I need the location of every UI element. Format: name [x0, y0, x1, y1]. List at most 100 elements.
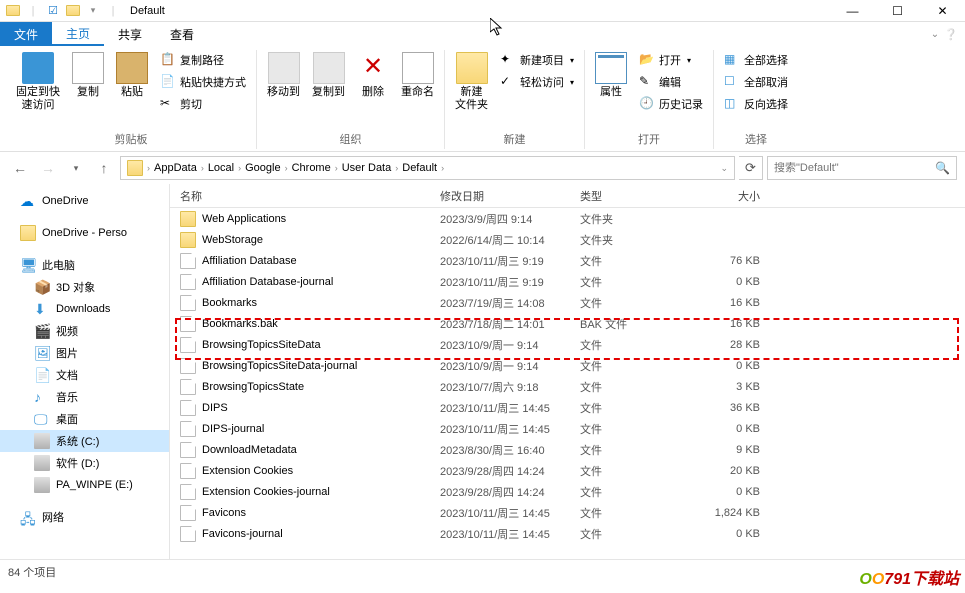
column-size[interactable]: 大小	[690, 188, 770, 204]
search-input[interactable]	[774, 162, 935, 174]
file-icon	[180, 421, 196, 437]
copy-button[interactable]: 复制	[68, 50, 108, 101]
nav-drive-d[interactable]: 软件 (D:)	[0, 452, 169, 474]
select-all-button[interactable]: ▦全部选择	[720, 50, 792, 70]
minimize-button[interactable]: —	[830, 0, 875, 22]
history-button[interactable]: 🕘历史记录	[635, 94, 707, 114]
crumb-local[interactable]: Local	[204, 162, 238, 174]
nav-documents[interactable]: 📄文档	[0, 364, 169, 386]
cut-icon: ✂	[160, 96, 176, 112]
copy-path-button[interactable]: 📋复制路径	[156, 50, 250, 70]
nav-drive-c[interactable]: 系统 (C:)	[0, 430, 169, 452]
edit-button[interactable]: ✎编辑	[635, 72, 707, 92]
help-icon[interactable]: ❔	[945, 22, 965, 46]
recent-dropdown-icon[interactable]: ▾	[64, 156, 88, 180]
file-row[interactable]: DIPS2023/10/11/周三 14:45文件36 KB	[170, 397, 965, 418]
file-row[interactable]: DIPS-journal2023/10/11/周三 14:45文件0 KB	[170, 418, 965, 439]
ribbon-collapse-icon[interactable]: ⌄	[925, 22, 945, 46]
file-type: 文件	[570, 400, 690, 416]
paste-button[interactable]: 粘贴	[112, 50, 152, 101]
checkbox-icon[interactable]: ☑	[44, 2, 62, 20]
file-date: 2023/10/11/周三 14:45	[430, 400, 570, 416]
nav-pictures[interactable]: 🖼图片	[0, 342, 169, 364]
maximize-button[interactable]: ☐	[875, 0, 920, 22]
crumb-userdata[interactable]: User Data	[338, 162, 396, 174]
file-row[interactable]: Extension Cookies2023/9/28/周四 14:24文件20 …	[170, 460, 965, 481]
view-tab[interactable]: 查看	[156, 22, 208, 46]
file-icon	[180, 253, 196, 269]
folder-icon-2	[64, 2, 82, 20]
column-date[interactable]: 修改日期	[430, 188, 570, 204]
nav-videos[interactable]: 🎬视频	[0, 320, 169, 342]
forward-button[interactable]: →	[36, 156, 60, 180]
nav-downloads[interactable]: ⬇Downloads	[0, 298, 169, 320]
nav-drive-e[interactable]: PA_WINPE (E:)	[0, 474, 169, 496]
file-row[interactable]: Bookmarks.bak2023/7/18/周二 14:01BAK 文件16 …	[170, 313, 965, 334]
file-row[interactable]: BrowsingTopicsState2023/10/7/周六 9:18文件3 …	[170, 376, 965, 397]
file-row[interactable]: Bookmarks2023/7/19/周三 14:08文件16 KB	[170, 292, 965, 313]
address-dropdown-icon[interactable]: ⌄	[716, 163, 732, 174]
file-icon	[180, 316, 196, 332]
file-row[interactable]: Affiliation Database-journal2023/10/11/周…	[170, 271, 965, 292]
copy-to-button[interactable]: 复制到	[308, 50, 349, 101]
disk-icon	[34, 477, 50, 493]
column-type[interactable]: 类型	[570, 188, 690, 204]
file-date: 2023/8/30/周三 16:40	[430, 442, 570, 458]
up-button[interactable]: ↑	[92, 156, 116, 180]
properties-button[interactable]: 属性	[591, 50, 631, 101]
folder-icon	[4, 2, 22, 20]
search-box[interactable]: 🔍	[767, 156, 957, 180]
share-tab[interactable]: 共享	[104, 22, 156, 46]
open-button[interactable]: 📂打开▾	[635, 50, 707, 70]
breadcrumb[interactable]: › AppData› Local› Google› Chrome› User D…	[120, 156, 735, 180]
ribbon: 固定到快速访问 复制 粘贴 📋复制路径 📄粘贴快捷方式 ✂剪切 剪贴板 移动到 …	[0, 46, 965, 152]
file-list[interactable]: Web Applications2023/3/9/周四 9:14文件夹WebSt…	[170, 208, 965, 559]
file-row[interactable]: Favicons-journal2023/10/11/周三 14:45文件0 K…	[170, 523, 965, 544]
paste-shortcut-button[interactable]: 📄粘贴快捷方式	[156, 72, 250, 92]
cut-button[interactable]: ✂剪切	[156, 94, 250, 114]
new-item-button[interactable]: ✦新建项目▾	[496, 50, 578, 70]
file-row[interactable]: DownloadMetadata2023/8/30/周三 16:40文件9 KB	[170, 439, 965, 460]
nav-onedrive-personal[interactable]: OneDrive - Perso	[0, 222, 169, 244]
easy-access-button[interactable]: ✓轻松访问▾	[496, 72, 578, 92]
select-none-button[interactable]: ☐全部取消	[720, 72, 792, 92]
file-row[interactable]: BrowsingTopicsSiteData-journal2023/10/9/…	[170, 355, 965, 376]
file-row[interactable]: Affiliation Database2023/10/11/周三 9:19文件…	[170, 250, 965, 271]
divider-icon: |	[24, 2, 42, 20]
file-row[interactable]: Web Applications2023/3/9/周四 9:14文件夹	[170, 208, 965, 229]
crumb-appdata[interactable]: AppData	[150, 162, 201, 174]
invert-button[interactable]: ◫反向选择	[720, 94, 792, 114]
file-row[interactable]: WebStorage2022/6/14/周二 10:14文件夹	[170, 229, 965, 250]
file-row[interactable]: Extension Cookies-journal2023/9/28/周四 14…	[170, 481, 965, 502]
organize-group: 移动到 复制到 ✕删除 重命名 组织	[257, 50, 445, 149]
qat-dropdown-icon[interactable]: ▾	[84, 2, 102, 20]
refresh-button[interactable]: ⟳	[739, 156, 763, 180]
nav-music[interactable]: ♪音乐	[0, 386, 169, 408]
nav-network[interactable]: 🖧网络	[0, 506, 169, 528]
home-tab[interactable]: 主页	[52, 22, 104, 46]
status-bar: 84 个项目	[0, 559, 965, 583]
nav-3d-objects[interactable]: 📦3D 对象	[0, 276, 169, 298]
navigation-pane[interactable]: ☁OneDrive OneDrive - Perso 🖥此电脑 📦3D 对象 ⬇…	[0, 184, 170, 559]
nav-desktop[interactable]: 🖵桌面	[0, 408, 169, 430]
rename-button[interactable]: 重命名	[397, 50, 438, 101]
move-to-button[interactable]: 移动到	[263, 50, 304, 101]
file-size: 9 KB	[690, 444, 770, 456]
file-name: DownloadMetadata	[202, 444, 297, 456]
close-button[interactable]: ✕	[920, 0, 965, 22]
file-row[interactable]: BrowsingTopicsSiteData2023/10/9/周一 9:14文…	[170, 334, 965, 355]
nav-this-pc[interactable]: 🖥此电脑	[0, 254, 169, 276]
nav-onedrive[interactable]: ☁OneDrive	[0, 190, 169, 212]
back-button[interactable]: ←	[8, 156, 32, 180]
column-name[interactable]: 名称	[170, 188, 430, 204]
crumb-chrome[interactable]: Chrome	[288, 162, 335, 174]
crumb-google[interactable]: Google	[241, 162, 284, 174]
new-folder-button[interactable]: 新建文件夹	[451, 50, 492, 114]
search-icon[interactable]: 🔍	[935, 161, 950, 175]
file-row[interactable]: Favicons2023/10/11/周三 14:45文件1,824 KB	[170, 502, 965, 523]
file-tab[interactable]: 文件	[0, 22, 52, 46]
pin-button[interactable]: 固定到快速访问	[12, 50, 64, 114]
crumb-default[interactable]: Default	[398, 162, 441, 174]
file-type: 文件	[570, 505, 690, 521]
delete-button[interactable]: ✕删除	[353, 50, 393, 101]
